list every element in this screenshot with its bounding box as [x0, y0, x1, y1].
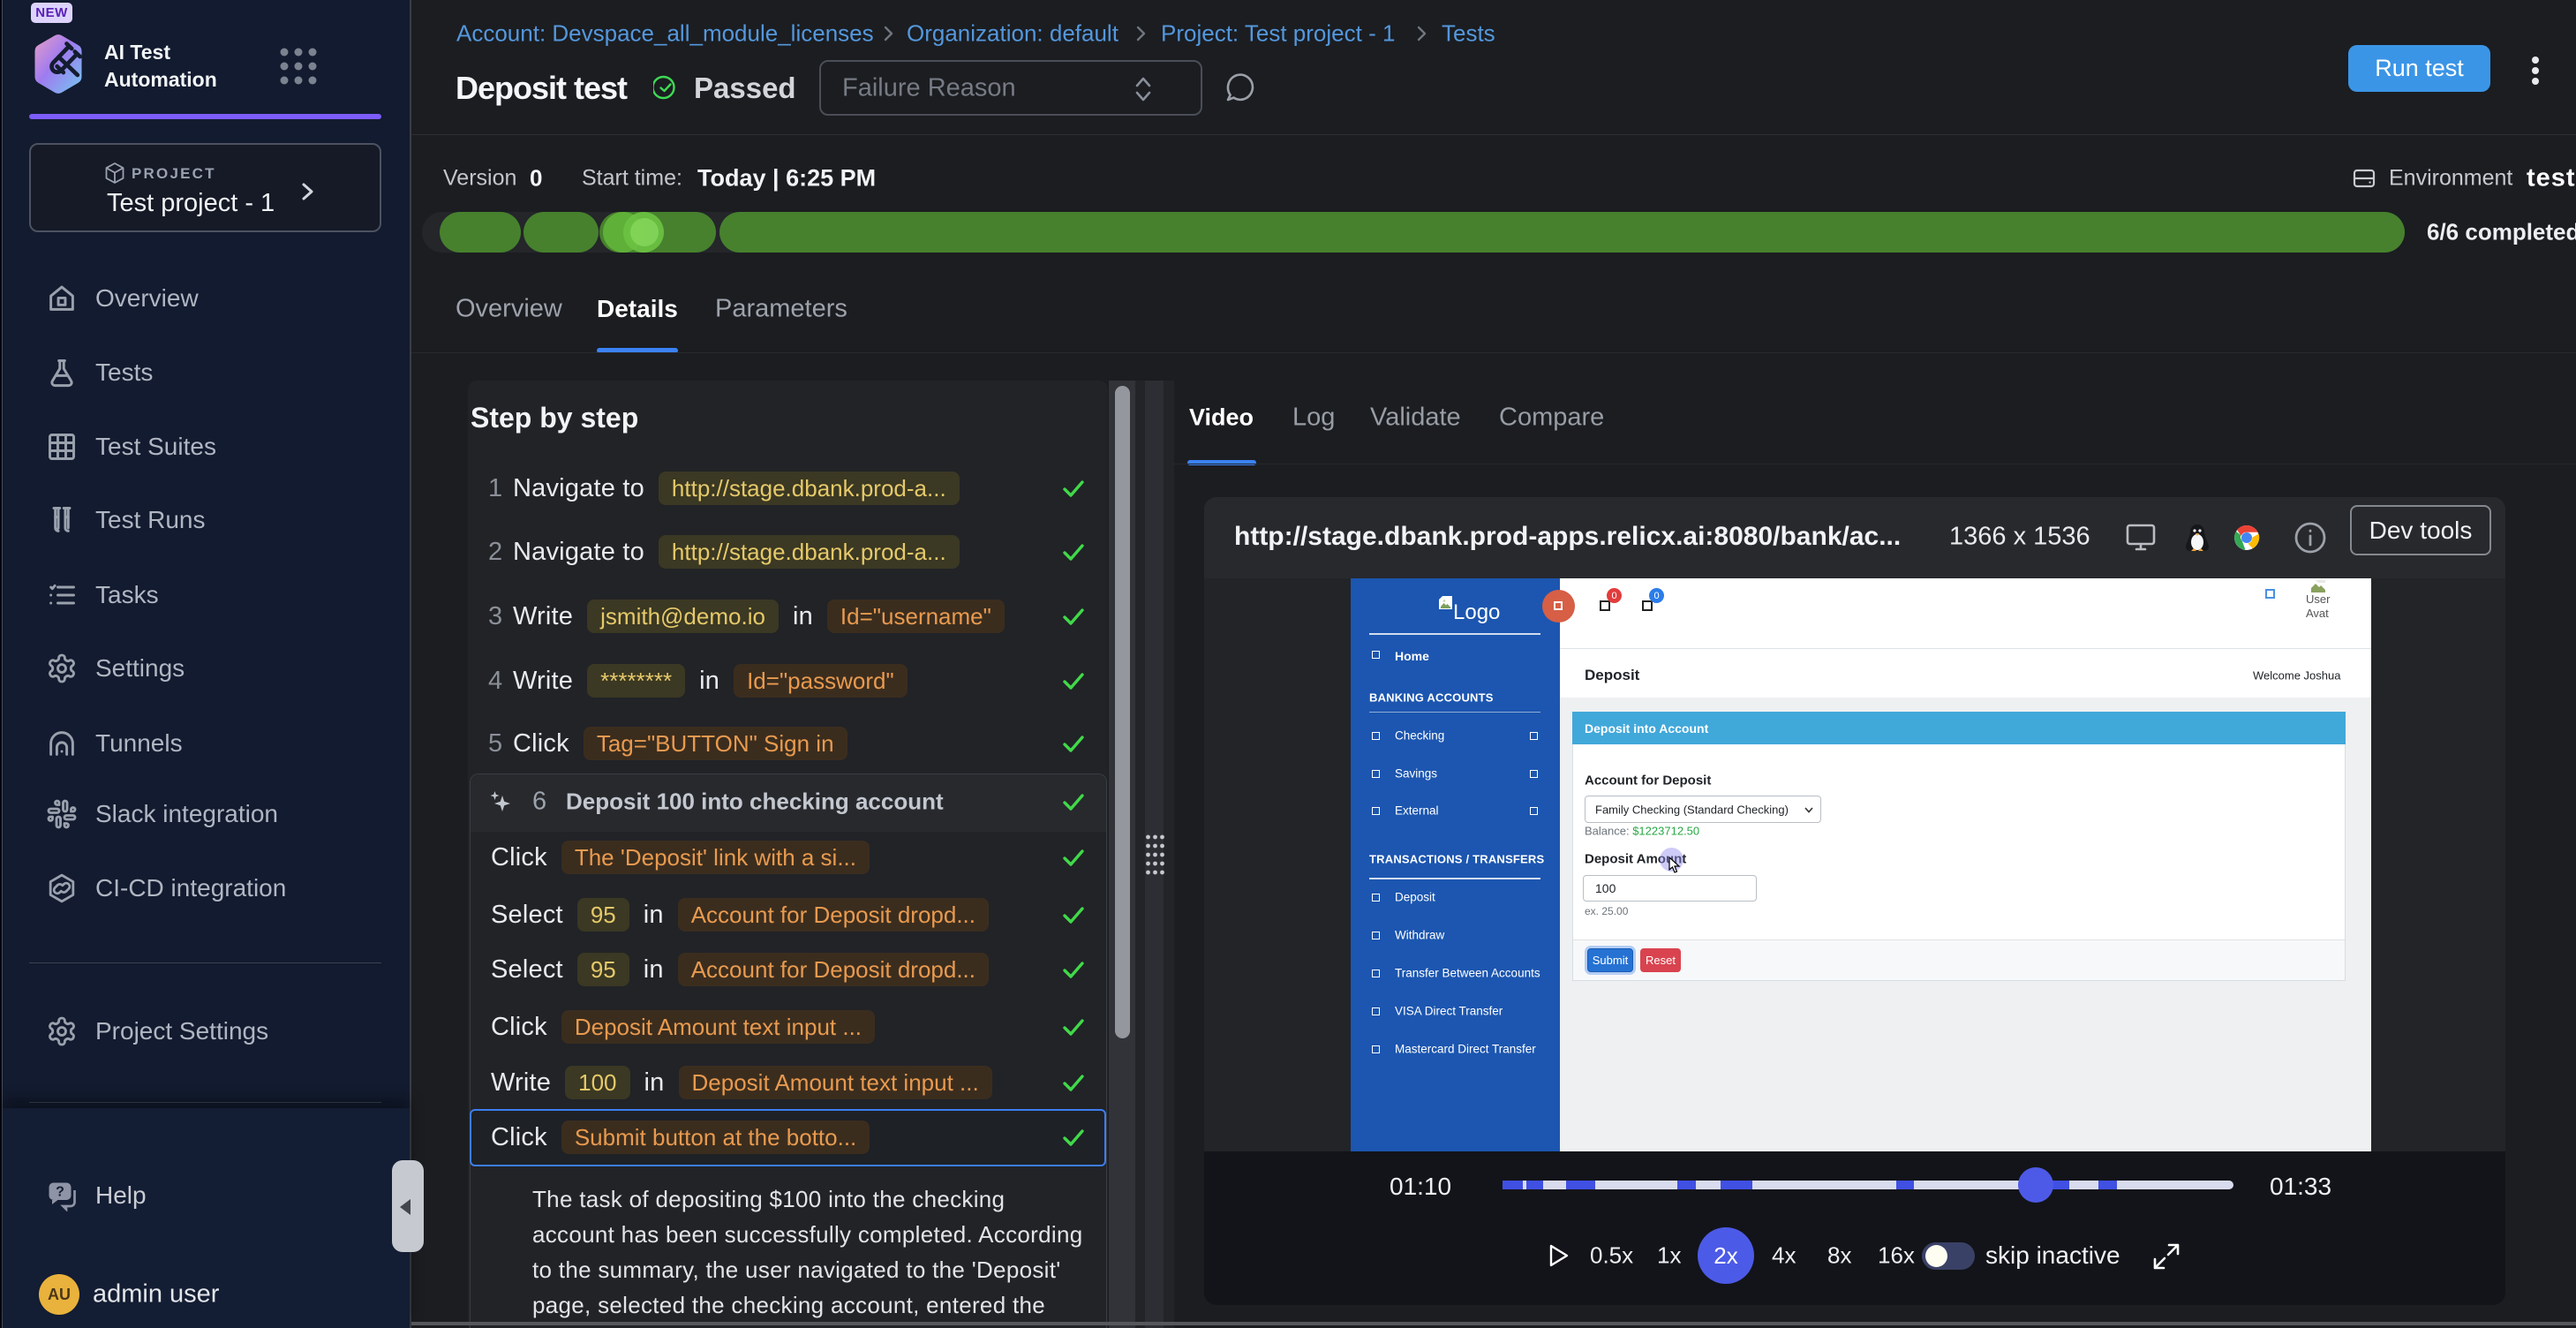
svg-text:?: ?	[56, 1185, 64, 1200]
